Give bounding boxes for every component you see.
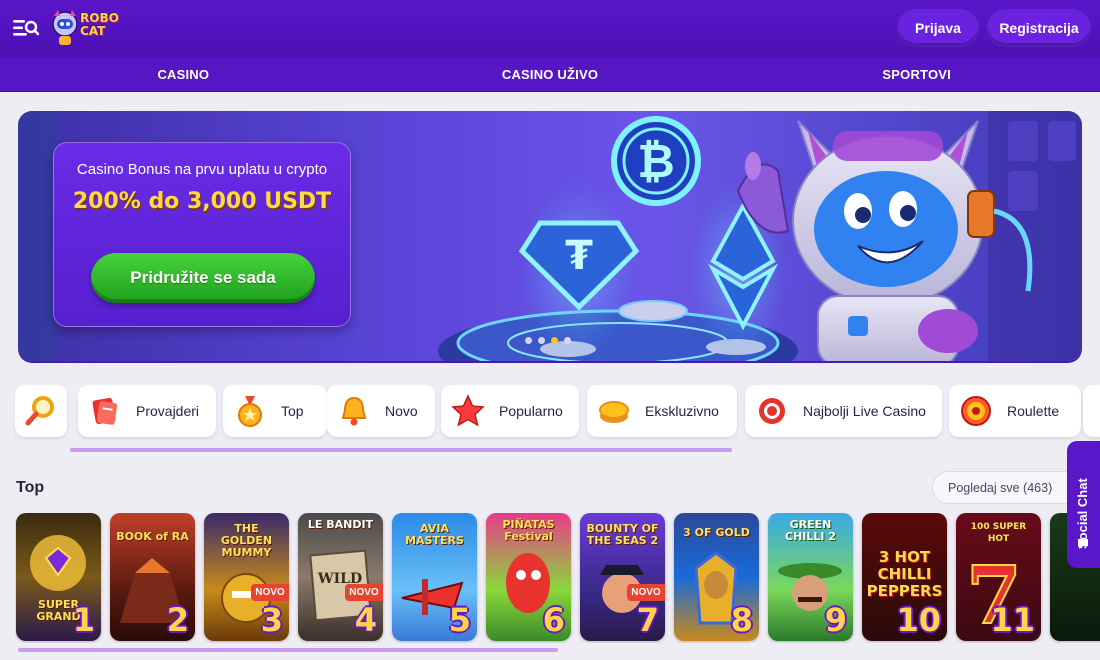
nav-casino[interactable]: CASINO [0,58,367,91]
game-rank: 4 [354,601,377,639]
game-card[interactable]: GREEN CHILLI 2 9 [768,513,853,641]
main-nav: CASINO CASINO UŽIVO SPORTOVI [0,58,1100,92]
game-rank: 6 [542,601,565,639]
game-rank: 8 [730,601,753,639]
category-label: Ekskluzivno [645,403,719,419]
view-all-label: Pogledaj sve (463) [948,480,1053,495]
game-rank: 2 [166,601,189,639]
category-label: Top [281,403,304,419]
game-rank: 3 [260,601,283,639]
game-card[interactable]: 3 HOT CHILLI PEPPERS 10 [862,513,947,641]
category-more[interactable] [1083,385,1100,437]
game-rank: 7 [636,601,659,639]
carousel-dot[interactable] [538,337,545,344]
carousel-dot[interactable] [564,337,571,344]
robocat-logo[interactable]: ROBO CAT [50,8,120,50]
svg-text:₮: ₮ [565,233,593,279]
game-rank: 9 [824,601,847,639]
game-rank: 5 [448,601,471,639]
nav-live-casino[interactable]: CASINO UŽIVO [367,58,734,91]
game-title: THE GOLDEN MUMMY [220,522,273,559]
game-title: 100 SUPER HOT [970,522,1027,544]
svg-text:₿: ₿ [637,134,675,188]
section-title-top: Top [16,479,45,496]
game-card[interactable]: BOOK of RA 2 [110,513,195,641]
category-scrollbar[interactable] [70,448,732,452]
chat-bubble-icon [1078,539,1088,549]
robot-cat-logo-icon [52,10,78,45]
game-card[interactable]: WILD LE BANDIT NOVO 4 [298,513,383,641]
providers-icon [92,397,118,425]
game-title: GREEN CHILLI 2 [785,518,836,543]
category-new[interactable]: Novo [327,385,435,437]
promo-banner[interactable]: ₿ ₮ Casino Bonus na prvu uplatu u crypto… [18,111,1082,361]
game-card[interactable]: AVIA MASTERS 5 [392,513,477,641]
game-title: AVIA MASTERS [405,522,464,547]
top-header: ROBO CAT Prijava Registracija [0,0,1100,58]
game-title: 3 HOT CHILLI PEPPERS [866,548,943,600]
new-badge: NOVO [251,584,289,601]
game-rank: 10 [896,601,941,639]
join-now-button[interactable]: Pridružite se sada [91,253,315,303]
login-button[interactable]: Prijava [898,10,978,46]
star-icon [451,394,485,427]
game-card[interactable]: 7 100 SUPER HOT 11 [956,513,1041,641]
game-title: LE BANDIT [307,518,374,531]
new-badge: NOVO [627,584,665,601]
top-games-row: SUPER GRAND 1 BOOK of RA 2 THE GOLDEN MU… [15,513,1100,643]
category-best-live-casino[interactable]: Najbolji Live Casino [745,385,942,437]
logo-text: ROBO CAT [80,11,119,38]
bell-icon [341,396,367,426]
game-rank: 11 [990,601,1035,639]
game-title: 3 OF GOLD [683,526,750,539]
nav-sports[interactable]: SPORTOVI [733,58,1100,91]
category-label: Provajderi [136,403,200,419]
roulette-chip-icon [759,398,785,424]
category-popular[interactable]: Popularno [441,385,579,437]
game-card[interactable]: SUPER GRAND 1 [16,513,101,641]
roulette-wheel-icon [961,396,991,426]
game-card[interactable]: PIÑATAS Festival 6 [486,513,571,641]
category-bar: Provajderi Top Novo Popularno Ekskluzivn… [15,385,1100,437]
promo-amount: 200% do 3,000 USDT [72,189,332,214]
category-label: Novo [385,403,418,419]
new-badge: NOVO [345,584,383,601]
promo-headline: Casino Bonus na prvu uplatu u crypto [76,161,328,178]
register-button[interactable]: Registracija [988,10,1090,46]
game-title: PIÑATAS Festival [502,518,555,543]
category-top[interactable]: Top [223,385,327,437]
category-label: Roulette [1007,403,1060,419]
promo-card: Casino Bonus na prvu uplatu u crypto 200… [53,142,351,327]
category-roulette[interactable]: Roulette [949,385,1081,437]
menu-search-icon[interactable] [13,18,39,38]
carousel-dots [525,337,571,344]
category-providers[interactable]: Provajderi [78,385,216,437]
search-icon [25,396,54,426]
game-rank: 1 [72,601,95,639]
category-label: Najbolji Live Casino [803,403,926,419]
medal-icon [238,396,262,427]
game-card[interactable]: THE GOLDEN MUMMY NOVO 3 [204,513,289,641]
coins-icon [599,401,629,423]
social-chat-tab[interactable]: Social Chat [1067,441,1100,568]
game-title: BOOK of RA [116,530,189,543]
category-label: Popularno [499,403,563,419]
game-title: BOUNTY OF THE SEAS 2 [586,522,659,547]
category-exclusive[interactable]: Ekskluzivno [587,385,737,437]
carousel-dot-active[interactable] [551,337,558,344]
game-card[interactable]: BOUNTY OF THE SEAS 2 NOVO 7 [580,513,665,641]
games-scrollbar[interactable] [18,648,558,652]
category-search[interactable] [15,385,67,437]
carousel-dot[interactable] [525,337,532,344]
game-card[interactable]: 3 OF GOLD 8 [674,513,759,641]
